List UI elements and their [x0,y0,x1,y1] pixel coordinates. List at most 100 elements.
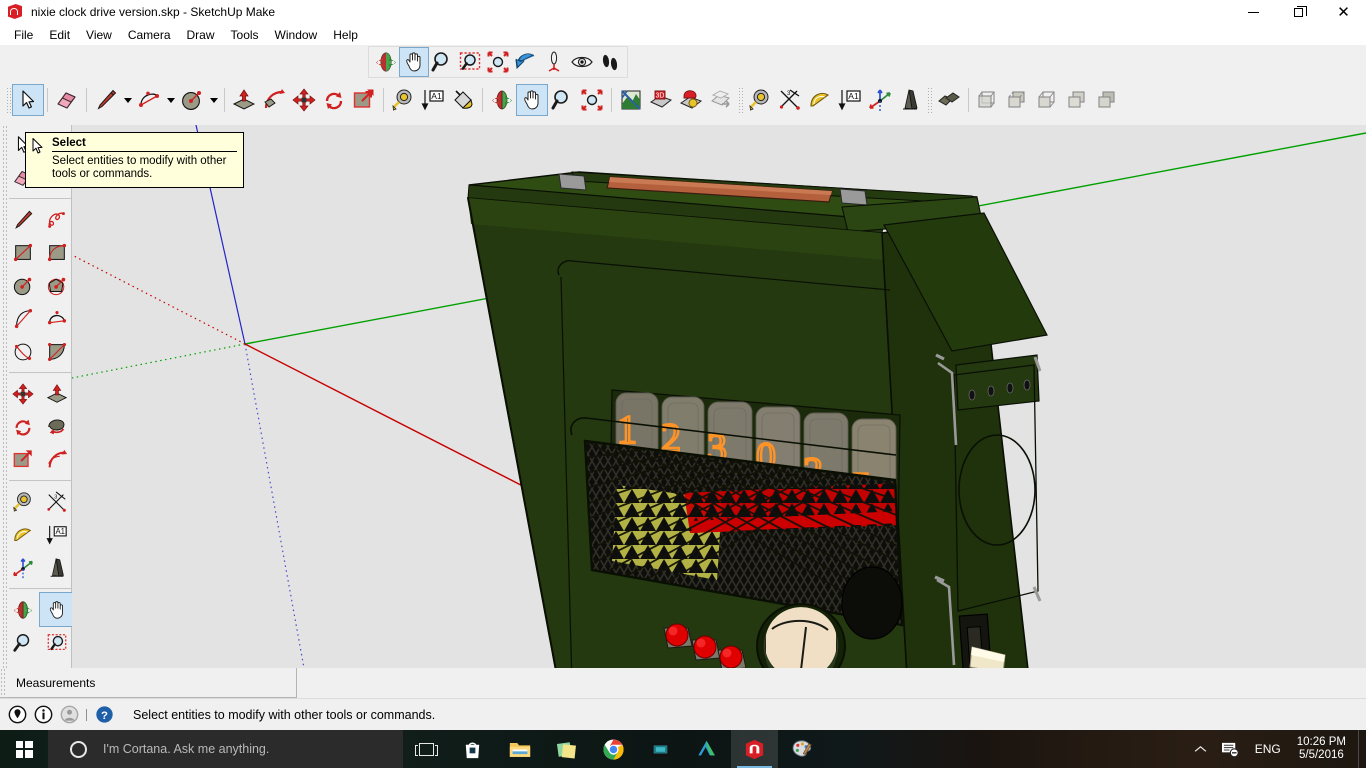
task-view-button[interactable] [403,730,449,768]
3d-warehouse-tool[interactable] [616,85,646,115]
menu-help[interactable]: Help [325,26,366,44]
share-model-tool[interactable]: 3D [646,85,676,115]
palette-polygon-tool[interactable] [40,269,74,302]
line-tool-dropdown[interactable] [121,87,134,113]
extension-warehouse-tool[interactable] [676,85,706,115]
taskbar-app-sticky-notes[interactable] [543,730,590,768]
show-desktop-button[interactable] [1358,730,1366,768]
model-canvas[interactable]: 1 2 3 0 2 5 [72,125,1366,668]
taskbar-app-paint[interactable] [778,730,825,768]
clock-area[interactable]: 10:26 PM 5/5/2016 [1289,730,1358,768]
palette-arc-tool[interactable] [6,302,40,335]
eraser-tool[interactable] [52,85,82,115]
palette-move-tool[interactable] [6,377,40,410]
circle-tool-dropdown[interactable] [207,87,220,113]
camera-zoom-extents-tool[interactable] [484,48,512,76]
user-account-icon[interactable] [56,702,82,728]
language-indicator[interactable]: ENG [1247,730,1289,768]
show-hidden-icons-button[interactable] [1187,730,1214,768]
orbit-tool[interactable] [487,85,517,115]
palette-set-axes-tool[interactable] [6,551,40,584]
palette-3d-text-tool[interactable] [40,551,74,584]
3d-text-tool[interactable] [895,85,925,115]
palette-push-pull-tool[interactable] [40,377,74,410]
measurements-grip[interactable] [0,667,7,698]
camera-zoom-window-tool[interactable] [456,48,484,76]
menu-draw[interactable]: Draw [179,26,223,44]
measurements-input[interactable] [107,673,263,692]
palette-zoom-window-tool[interactable] [40,626,74,659]
style-xray[interactable] [973,85,1003,115]
geo-location-icon[interactable] [4,702,30,728]
set-axes-tool[interactable] [865,85,895,115]
palette-two-point-arc-tool[interactable] [40,302,74,335]
select-tool[interactable] [12,84,44,116]
dimension-tool[interactable]: A1 [418,85,448,115]
pan-tool[interactable] [516,84,548,116]
menu-edit[interactable]: Edit [41,26,78,44]
tape-measure-tool-2[interactable] [745,85,775,115]
palette-rotate-tool[interactable] [6,410,40,443]
palette-circle-tool[interactable] [6,269,40,302]
palette-offset-tool[interactable] [40,443,74,476]
drawing-viewport[interactable]: 1 2 3 0 2 5 [72,125,1366,668]
palette-rotated-rectangle-tool[interactable] [40,236,74,269]
dimension-tool-2[interactable]: A1 [835,85,865,115]
taskbar-app-store[interactable] [449,730,496,768]
palette-protractor-tool[interactable] [6,518,40,551]
menu-file[interactable]: File [6,26,41,44]
style-back-edges[interactable] [1003,85,1033,115]
credits-info-icon[interactable] [30,702,56,728]
palette-pan-tool[interactable] [39,592,75,627]
style-hidden-line[interactable] [1063,85,1093,115]
circle-tool[interactable] [177,85,207,115]
menu-view[interactable]: View [78,26,120,44]
ime-input-icon[interactable] [1214,730,1247,768]
palette-pie-tool[interactable] [40,335,74,368]
move-tool[interactable] [289,85,319,115]
close-button[interactable]: ✕ [1321,0,1366,24]
toolbar-grip[interactable] [738,87,743,113]
rotate-tool[interactable] [319,85,349,115]
palette-scale-tool[interactable] [6,443,40,476]
camera-previous-view-tool[interactable] [512,48,540,76]
style-wireframe[interactable] [1033,85,1063,115]
maximize-button[interactable] [1276,0,1321,24]
taskbar-app-file-explorer[interactable] [496,730,543,768]
camera-walk-tool[interactable] [596,48,624,76]
palette-three-point-arc-tool[interactable] [6,335,40,368]
scale-tool[interactable] [349,85,379,115]
zoom-tool[interactable] [547,85,577,115]
minimize-button[interactable] [1231,0,1276,24]
camera-look-around-tool[interactable] [568,48,596,76]
palette-follow-me-tool[interactable] [40,410,74,443]
arc-tool[interactable] [134,85,164,115]
palette-rectangle-tool[interactable] [6,236,40,269]
axes-tool[interactable]: 3 [775,85,805,115]
zoom-extents-tool[interactable] [577,85,607,115]
solid-outer-shell-tool[interactable] [934,85,964,115]
toolbar-grip[interactable] [6,87,11,113]
tape-measure-tool[interactable] [388,85,418,115]
camera-position-camera-tool[interactable] [540,48,568,76]
share-component-tool[interactable] [706,85,736,115]
palette-freehand-tool[interactable] [40,203,74,236]
palette-dimension-tool[interactable]: A1 [40,518,74,551]
push-pull-tool[interactable] [229,85,259,115]
arc-tool-dropdown[interactable] [164,87,177,113]
camera-zoom-tool[interactable] [428,48,456,76]
palette-axes-tool[interactable]: 3 [40,485,74,518]
taskbar-app-chrome[interactable] [590,730,637,768]
style-shaded[interactable] [1093,85,1123,115]
taskbar-app-movies[interactable] [637,730,684,768]
taskbar-app-autodesk[interactable] [684,730,731,768]
camera-orbit-tool[interactable] [372,48,400,76]
camera-pan-tool[interactable] [399,47,429,77]
menu-window[interactable]: Window [267,26,326,44]
taskbar-app-sketchup[interactable] [731,730,778,768]
help-instructor-icon[interactable]: ? [91,702,117,728]
menu-camera[interactable]: Camera [120,26,179,44]
protractor-tool[interactable] [805,85,835,115]
menu-tools[interactable]: Tools [223,26,267,44]
follow-me-tool[interactable] [259,85,289,115]
